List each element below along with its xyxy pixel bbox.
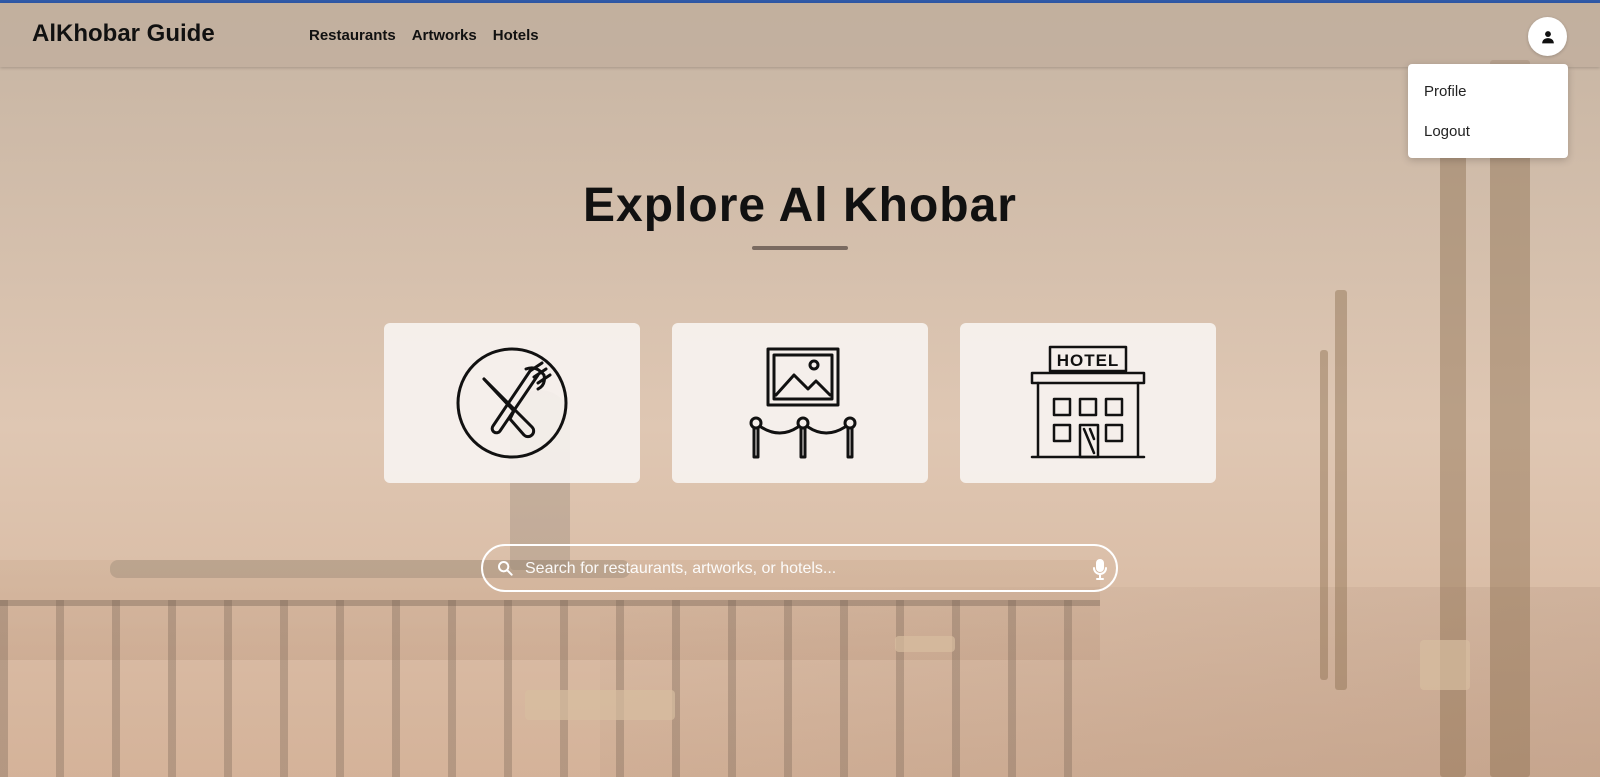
- bench: [1420, 640, 1470, 690]
- palm-trunk: [1490, 60, 1530, 777]
- account-button[interactable]: [1528, 17, 1567, 56]
- navbar: AlKhobar Guide Restaurants Artworks Hote…: [0, 3, 1600, 67]
- search-icon: [498, 561, 513, 576]
- gallery-frame-icon: [749, 347, 857, 459]
- nav-restaurants[interactable]: Restaurants: [309, 27, 396, 44]
- page-title: Explore Al Khobar: [583, 179, 1017, 232]
- hotel-sign-text: HOTEL: [1057, 351, 1120, 370]
- bench: [525, 690, 675, 720]
- category-card-restaurants[interactable]: [384, 323, 640, 483]
- hotel-building-icon: HOTEL: [1030, 345, 1146, 459]
- menu-item-logout[interactable]: Logout: [1424, 123, 1470, 140]
- main-nav: Restaurants Artworks Hotels: [309, 27, 539, 44]
- lamp-post: [1335, 290, 1347, 690]
- menu-item-profile[interactable]: Profile: [1424, 83, 1467, 100]
- category-card-hotels[interactable]: HOTEL: [960, 323, 1216, 483]
- search-input[interactable]: [523, 556, 1067, 582]
- person-icon: [1541, 30, 1554, 43]
- microphone-icon[interactable]: [1093, 558, 1107, 580]
- bench: [895, 636, 955, 652]
- fork-knife-icon: [456, 347, 568, 459]
- brand-logo-text[interactable]: AlKhobar Guide: [32, 20, 215, 48]
- nav-artworks[interactable]: Artworks: [412, 27, 477, 44]
- category-card-artworks[interactable]: [672, 323, 928, 483]
- title-underline: [752, 246, 848, 250]
- nav-hotels[interactable]: Hotels: [493, 27, 539, 44]
- search-bar: [481, 544, 1118, 592]
- railing: [0, 600, 1100, 777]
- account-dropdown-menu: Profile Logout: [1408, 64, 1568, 158]
- lamp-post: [1320, 350, 1328, 680]
